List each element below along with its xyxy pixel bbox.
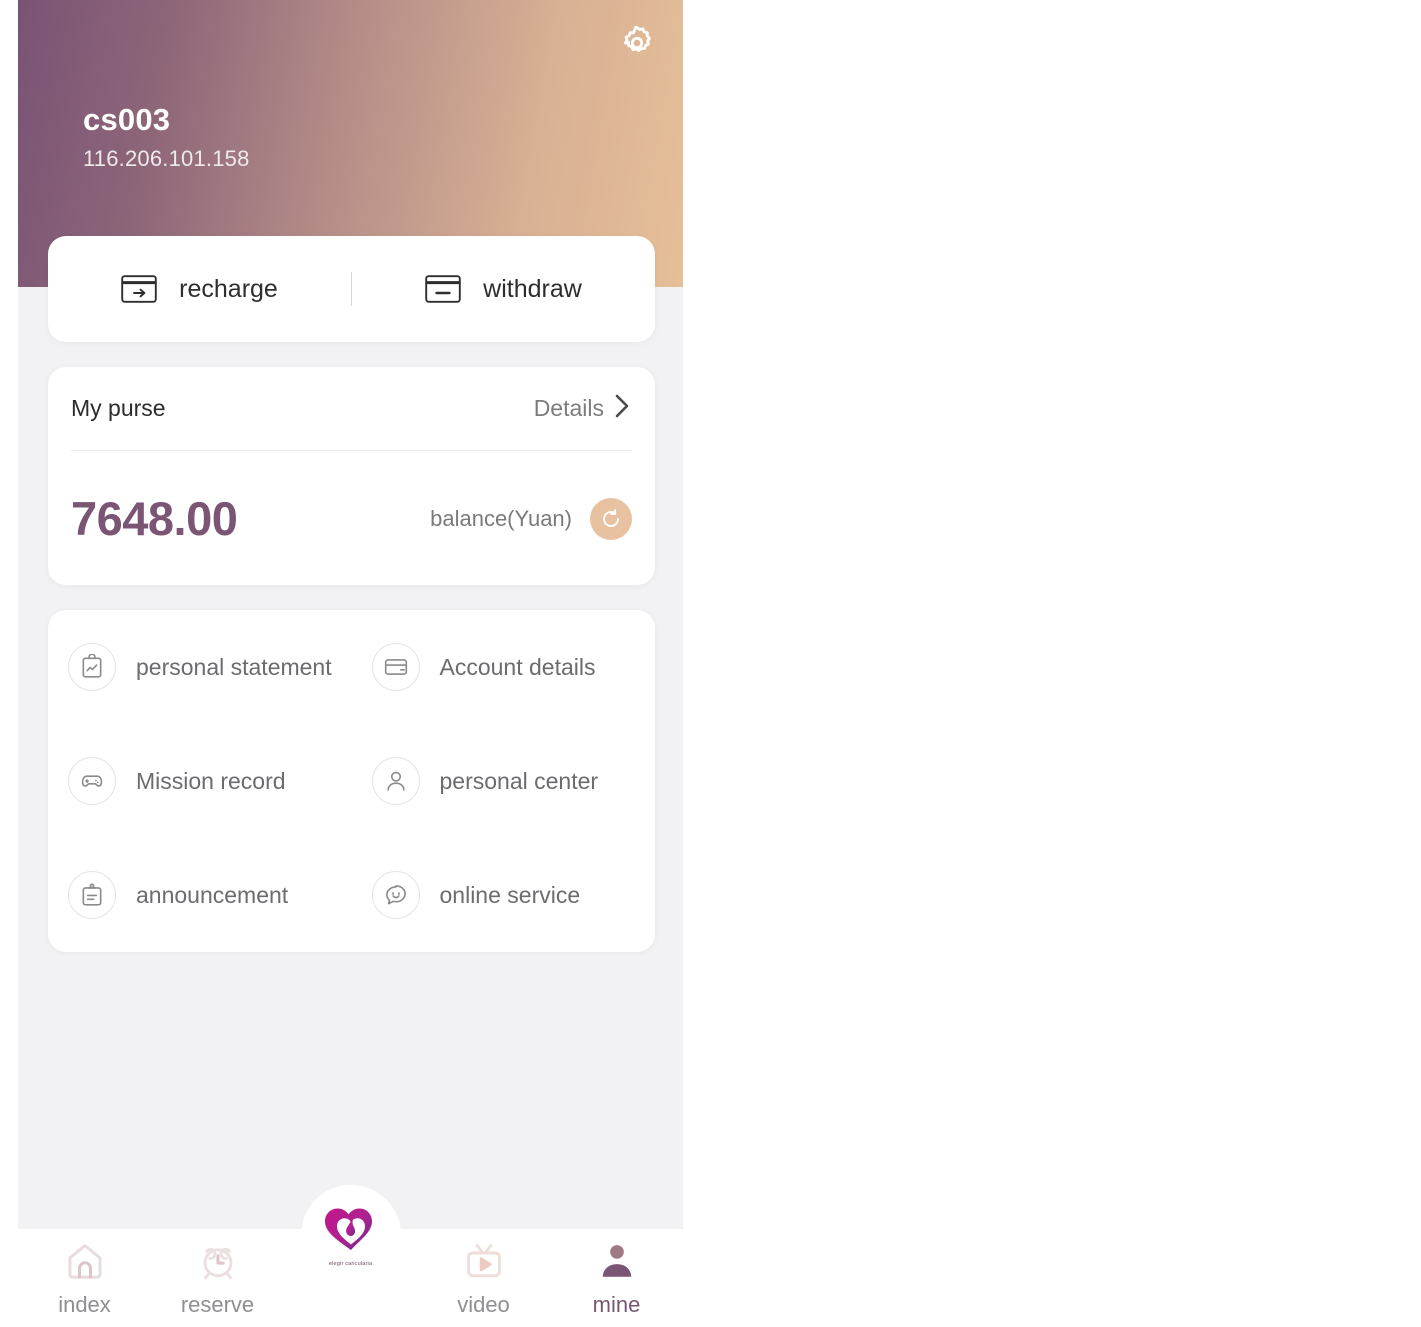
menu-item-online-service[interactable]: online service	[352, 838, 656, 952]
action-card: recharge withdraw	[48, 236, 655, 342]
tab-label: mine	[592, 1292, 641, 1317]
menu-item-personal-center[interactable]: personal center	[352, 724, 656, 838]
person-filled-icon	[596, 1238, 638, 1284]
gear-icon[interactable]	[616, 22, 658, 64]
menu-item-account-details[interactable]: Account details	[352, 610, 656, 724]
heart-logo-icon	[320, 1203, 382, 1260]
purse-details-label: Details	[533, 395, 604, 421]
gamepad-icon	[68, 757, 116, 805]
purse-header: My purse Details	[71, 367, 632, 451]
phone-viewport: cs003 116.206.101.158 recharge withdraw …	[18, 0, 683, 1327]
tab-index[interactable]: index	[18, 1229, 151, 1327]
menu-item-label: online service	[439, 881, 581, 908]
chat-smile-icon	[371, 871, 420, 919]
menu-grid: personal statement Account details Missi…	[48, 610, 655, 952]
withdraw-button[interactable]: withdraw	[352, 236, 655, 342]
tab-label: reserve	[180, 1292, 255, 1317]
menu-card: personal statement Account details Missi…	[48, 610, 655, 952]
balance-amount: 7648.00	[71, 492, 238, 545]
tab-reserve[interactable]: reserve	[151, 1229, 284, 1327]
alarm-clock-icon	[197, 1238, 239, 1284]
card-arrow-in-icon	[121, 275, 157, 303]
menu-item-label: personal statement	[136, 653, 332, 680]
purse-body: 7648.00 balance(Yuan)	[71, 452, 632, 585]
menu-item-announcement[interactable]: announcement	[48, 838, 352, 952]
menu-item-mission-record[interactable]: Mission record	[48, 724, 352, 838]
menu-item-label: Account details	[439, 653, 596, 680]
home-icon	[64, 1238, 106, 1284]
tv-play-icon	[463, 1238, 505, 1284]
menu-item-personal-statement[interactable]: personal statement	[48, 610, 352, 724]
account-name: cs003	[83, 102, 171, 137]
tab-video[interactable]: video	[417, 1229, 550, 1327]
person-icon	[371, 757, 420, 805]
tab-label: index	[58, 1292, 111, 1317]
credit-card-icon	[371, 643, 420, 691]
center-logo-caption: elegir cancularia	[328, 1261, 373, 1267]
purse-card: My purse Details 7648.00 balance(Yuan)	[48, 367, 655, 585]
menu-item-label: announcement	[136, 881, 289, 908]
tab-center-logo[interactable]: elegir cancularia	[300, 1185, 401, 1285]
purse-title: My purse	[71, 395, 166, 421]
recharge-label: recharge	[179, 274, 278, 303]
menu-item-label: personal center	[439, 767, 599, 794]
tab-label: video	[457, 1292, 510, 1317]
menu-item-label: Mission record	[136, 767, 286, 794]
chevron-right-icon	[612, 392, 632, 425]
withdraw-label: withdraw	[483, 274, 582, 303]
account-ip-address: 116.206.101.158	[83, 146, 250, 171]
purse-details-link[interactable]: Details	[534, 392, 632, 425]
card-minus-icon	[425, 275, 461, 303]
clipboard-chart-icon	[68, 643, 116, 691]
recharge-button[interactable]: recharge	[48, 236, 351, 342]
balance-meta: balance(Yuan)	[430, 497, 632, 540]
balance-label: balance(Yuan)	[430, 505, 572, 531]
clipboard-lines-icon	[68, 871, 116, 919]
tab-mine[interactable]: mine	[550, 1229, 683, 1327]
refresh-balance-button[interactable]	[590, 497, 632, 540]
